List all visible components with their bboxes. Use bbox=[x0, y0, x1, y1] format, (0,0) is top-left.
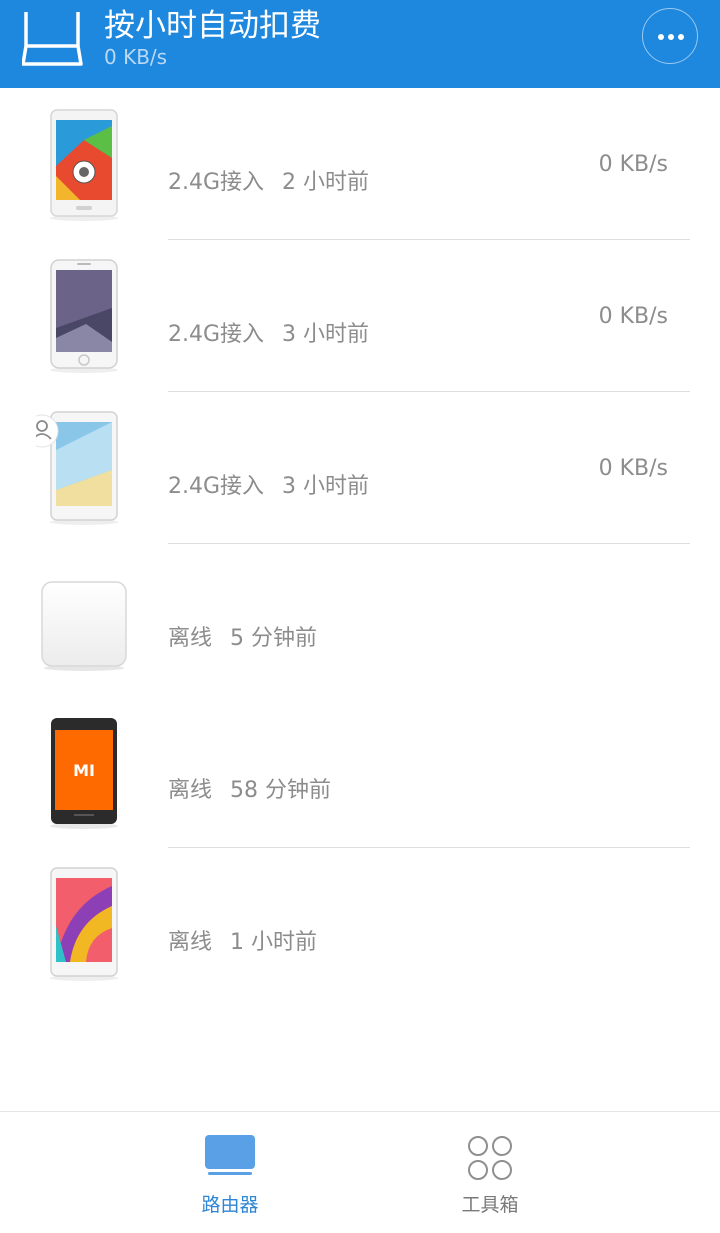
app-header: 按小时自动扣费 0 KB/s bbox=[0, 0, 720, 88]
device-item[interactable]: 2.4G接入 3 小时前 0 KB/s bbox=[0, 240, 720, 392]
phone-icon bbox=[50, 867, 118, 981]
device-status: 2.4G接入 3 小时前 bbox=[168, 474, 370, 499]
phone-icon bbox=[36, 411, 118, 525]
device-status: 离线 5 分钟前 bbox=[168, 626, 318, 651]
total-speed: 0 KB/s bbox=[104, 45, 168, 69]
phone-icon bbox=[50, 259, 118, 373]
tab-tools[interactable]: 工具箱 bbox=[410, 1112, 570, 1232]
router-box-icon bbox=[41, 581, 127, 671]
bottom-tab-bar: 路由器 工具箱 bbox=[0, 1111, 720, 1233]
phone-icon bbox=[50, 109, 118, 221]
more-button[interactable] bbox=[642, 8, 698, 64]
device-speed: 0 KB/s bbox=[598, 304, 668, 329]
phone-icon: MI bbox=[50, 718, 118, 829]
device-status: 离线 1 小时前 bbox=[168, 930, 318, 955]
more-icon bbox=[658, 34, 684, 40]
device-status: 2.4G接入 3 小时前 bbox=[168, 322, 370, 347]
device-item[interactable]: 2.4G接入 2 小时前 0 KB/s bbox=[0, 88, 720, 240]
grid-icon bbox=[468, 1136, 512, 1180]
mi-logo-text: MI bbox=[73, 761, 95, 780]
device-item[interactable]: 2.4G接入 3 小时前 0 KB/s bbox=[0, 392, 720, 544]
tab-router[interactable]: 路由器 bbox=[150, 1112, 310, 1232]
device-speed: 0 KB/s bbox=[598, 456, 668, 481]
device-list: 2.4G接入2 小时前 0 KB/s 2.4G接入3 小时前 0 KB/s bbox=[0, 88, 720, 1000]
page-title: 按小时自动扣费 bbox=[104, 8, 321, 44]
device-item[interactable]: 离线 1 小时前 bbox=[0, 848, 720, 1000]
device-item[interactable]: 离线 5 分钟前 bbox=[0, 544, 720, 696]
device-status: 2.4G接入 2 小时前 bbox=[168, 170, 370, 195]
device-item[interactable]: MI 离线 58 分钟前 bbox=[0, 696, 720, 848]
router-icon bbox=[22, 12, 83, 66]
device-status: 离线 58 分钟前 bbox=[168, 778, 332, 803]
router-tab-icon bbox=[205, 1135, 255, 1175]
tab-label: 路由器 bbox=[201, 1194, 259, 1216]
tab-label: 工具箱 bbox=[461, 1194, 519, 1216]
device-speed: 0 KB/s bbox=[598, 152, 668, 177]
